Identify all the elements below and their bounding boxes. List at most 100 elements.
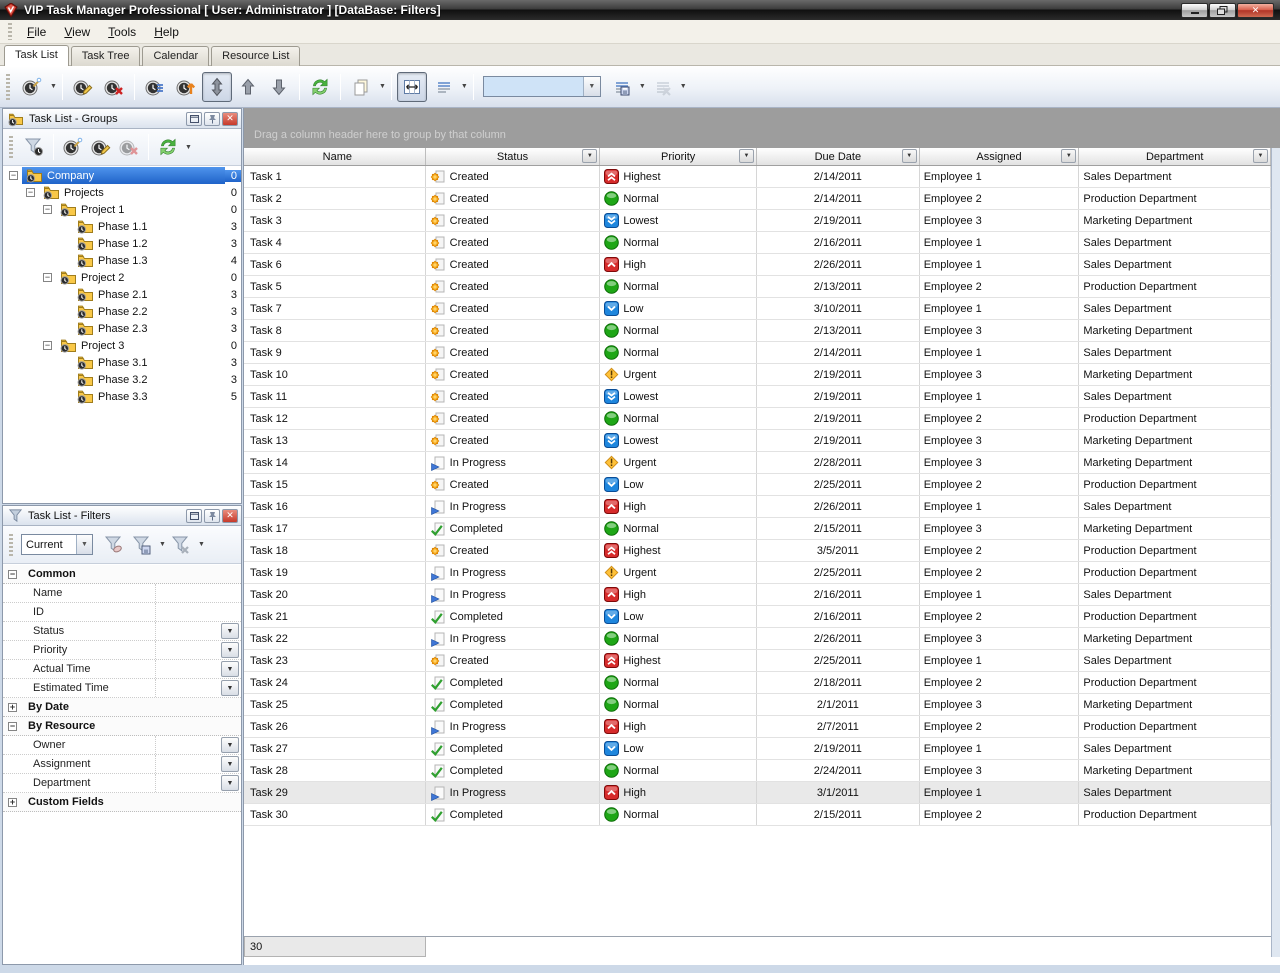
task-row-task-9[interactable]: Task 9 Created Normal 2/14/2011 Employee… (244, 342, 1271, 364)
column-header-priority[interactable]: Priority▼ (600, 148, 757, 165)
save-view-button[interactable] (606, 72, 636, 102)
restore-button[interactable] (1209, 3, 1236, 18)
task-row-task-19[interactable]: Task 19 In Progress Urgent 2/25/2011 Emp… (244, 562, 1271, 584)
tab-resource-list[interactable]: Resource List (211, 46, 300, 66)
edit-task-button[interactable] (68, 72, 98, 102)
section-expander[interactable]: + (8, 703, 17, 712)
filter-dropdown-button[interactable]: ▼ (221, 737, 239, 753)
tree-expander[interactable]: − (26, 188, 35, 197)
tree-expander[interactable]: − (43, 341, 52, 350)
tab-calendar[interactable]: Calendar (142, 46, 209, 66)
task-row-task-6[interactable]: Task 6 Created High 2/26/2011 Employee 1… (244, 254, 1271, 276)
new-task-button[interactable] (17, 72, 47, 102)
toolbar-grip-handle[interactable] (6, 74, 10, 100)
delete-filter-button[interactable] (168, 532, 194, 558)
task-row-task-16[interactable]: Task 16 In Progress High 2/26/2011 Emplo… (244, 496, 1271, 518)
column-filter-button[interactable]: ▼ (1253, 149, 1268, 163)
task-row-task-30[interactable]: Task 30 Completed Normal 2/15/2011 Emplo… (244, 804, 1271, 826)
task-row-task-20[interactable]: Task 20 In Progress High 2/16/2011 Emplo… (244, 584, 1271, 606)
task-row-task-3[interactable]: Task 3 Created Lowest 2/19/2011 Employee… (244, 210, 1271, 232)
filter-dropdown-button[interactable]: ▼ (221, 680, 239, 696)
chevron-down-icon[interactable]: ▼ (185, 144, 192, 151)
chevron-down-icon[interactable]: ▼ (461, 83, 468, 90)
filter-section-custom-fields[interactable]: +Custom Fields (3, 793, 241, 812)
task-row-task-18[interactable]: Task 18 Created Highest 3/5/2011 Employe… (244, 540, 1271, 562)
column-header-status[interactable]: Status▼ (426, 148, 601, 165)
filter-section-common[interactable]: −Common (3, 565, 241, 584)
tree-node-phase-3-1[interactable]: Phase 3.1 3 (3, 354, 241, 371)
task-order-button[interactable] (171, 72, 201, 102)
filters-toolbar-grip[interactable] (9, 534, 13, 556)
refresh-button[interactable] (305, 72, 335, 102)
refresh-button[interactable] (155, 134, 181, 160)
menu-file[interactable]: File (18, 22, 55, 42)
chevron-down-icon[interactable]: ▼ (379, 83, 386, 90)
filter-preset-combobox[interactable]: Current ▼ (21, 534, 93, 555)
task-row-task-2[interactable]: Task 2 Created Normal 2/14/2011 Employee… (244, 188, 1271, 210)
task-row-task-21[interactable]: Task 21 Completed Low 2/16/2011 Employee… (244, 606, 1271, 628)
filter-dropdown-button[interactable]: ▼ (221, 623, 239, 639)
menu-help[interactable]: Help (145, 22, 188, 42)
section-expander[interactable]: + (8, 798, 17, 807)
chevron-down-icon[interactable]: ▼ (583, 77, 600, 96)
vertical-scrollbar[interactable] (1271, 148, 1280, 957)
task-row-task-7[interactable]: Task 7 Created Low 3/10/2011 Employee 1 … (244, 298, 1271, 320)
section-expander[interactable]: − (8, 570, 17, 579)
task-row-task-1[interactable]: Task 1 Created Highest 2/14/2011 Employe… (244, 166, 1271, 188)
move-up-button[interactable] (233, 72, 263, 102)
delete-view-button[interactable] (647, 72, 677, 102)
task-row-task-24[interactable]: Task 24 Completed Normal 2/18/2011 Emplo… (244, 672, 1271, 694)
edit-group-button[interactable] (88, 134, 114, 160)
save-filter-button[interactable] (129, 532, 155, 558)
tree-node-phase-3-3[interactable]: Phase 3.3 5 (3, 388, 241, 405)
tree-node-phase-3-2[interactable]: Phase 3.2 3 (3, 371, 241, 388)
menu-tools[interactable]: Tools (99, 22, 145, 42)
filter-dropdown-button[interactable]: ▼ (221, 756, 239, 772)
tree-node-project-1[interactable]: − Project 1 0 (3, 201, 241, 218)
column-filter-button[interactable]: ▼ (1061, 149, 1076, 163)
delete-task-button[interactable] (99, 72, 129, 102)
column-filter-button[interactable]: ▼ (739, 149, 754, 163)
chevron-down-icon[interactable]: ▼ (680, 83, 687, 90)
task-row-task-10[interactable]: Task 10 Created Urgent 2/19/2011 Employe… (244, 364, 1271, 386)
filters-pin-button[interactable] (204, 509, 220, 523)
fit-columns-button[interactable] (397, 72, 427, 102)
menu-view[interactable]: View (55, 22, 99, 42)
duplicate-button[interactable] (346, 72, 376, 102)
chevron-down-icon[interactable]: ▼ (159, 541, 166, 548)
task-row-task-17[interactable]: Task 17 Completed Normal 2/15/2011 Emplo… (244, 518, 1271, 540)
tree-node-phase-1-2[interactable]: Phase 1.2 3 (3, 235, 241, 252)
chevron-down-icon[interactable]: ▼ (639, 83, 646, 90)
task-row-task-11[interactable]: Task 11 Created Lowest 2/19/2011 Employe… (244, 386, 1271, 408)
filter-dropdown-button[interactable]: ▼ (221, 642, 239, 658)
filters-close-button[interactable]: ✕ (222, 509, 238, 523)
delete-group-button[interactable] (116, 134, 142, 160)
section-expander[interactable]: − (8, 722, 17, 731)
groups-toolbar-grip[interactable] (9, 136, 13, 158)
tab-task-list[interactable]: Task List (4, 45, 69, 66)
columns-list-button[interactable] (428, 72, 458, 102)
tree-node-phase-2-1[interactable]: Phase 2.1 3 (3, 286, 241, 303)
minimize-button[interactable] (1181, 3, 1208, 18)
task-row-task-25[interactable]: Task 25 Completed Normal 2/1/2011 Employ… (244, 694, 1271, 716)
chevron-down-icon[interactable]: ▼ (198, 541, 205, 548)
tab-task-tree[interactable]: Task Tree (71, 46, 141, 66)
filter-groups-button[interactable] (21, 134, 47, 160)
groups-float-button[interactable] (186, 112, 202, 126)
column-header-assigned[interactable]: Assigned▼ (920, 148, 1080, 165)
task-row-task-5[interactable]: Task 5 Created Normal 2/13/2011 Employee… (244, 276, 1271, 298)
filter-dropdown-button[interactable]: ▼ (221, 775, 239, 791)
filter-section-by-resource[interactable]: −By Resource (3, 717, 241, 736)
task-row-task-14[interactable]: Task 14 In Progress Urgent 2/28/2011 Emp… (244, 452, 1271, 474)
task-row-task-29[interactable]: Task 29 In Progress High 3/1/2011 Employ… (244, 782, 1271, 804)
column-filter-button[interactable]: ▼ (582, 149, 597, 163)
clear-filter-button[interactable] (101, 532, 127, 558)
group-by-bar[interactable]: Drag a column header here to group by th… (244, 108, 1280, 148)
filters-float-button[interactable] (186, 509, 202, 523)
tree-expander[interactable]: − (43, 205, 52, 214)
tree-node-phase-2-2[interactable]: Phase 2.2 3 (3, 303, 241, 320)
task-row-task-23[interactable]: Task 23 Created Highest 2/25/2011 Employ… (244, 650, 1271, 672)
task-row-task-26[interactable]: Task 26 In Progress High 2/7/2011 Employ… (244, 716, 1271, 738)
add-group-button[interactable] (60, 134, 86, 160)
close-button[interactable]: ✕ (1237, 3, 1274, 18)
